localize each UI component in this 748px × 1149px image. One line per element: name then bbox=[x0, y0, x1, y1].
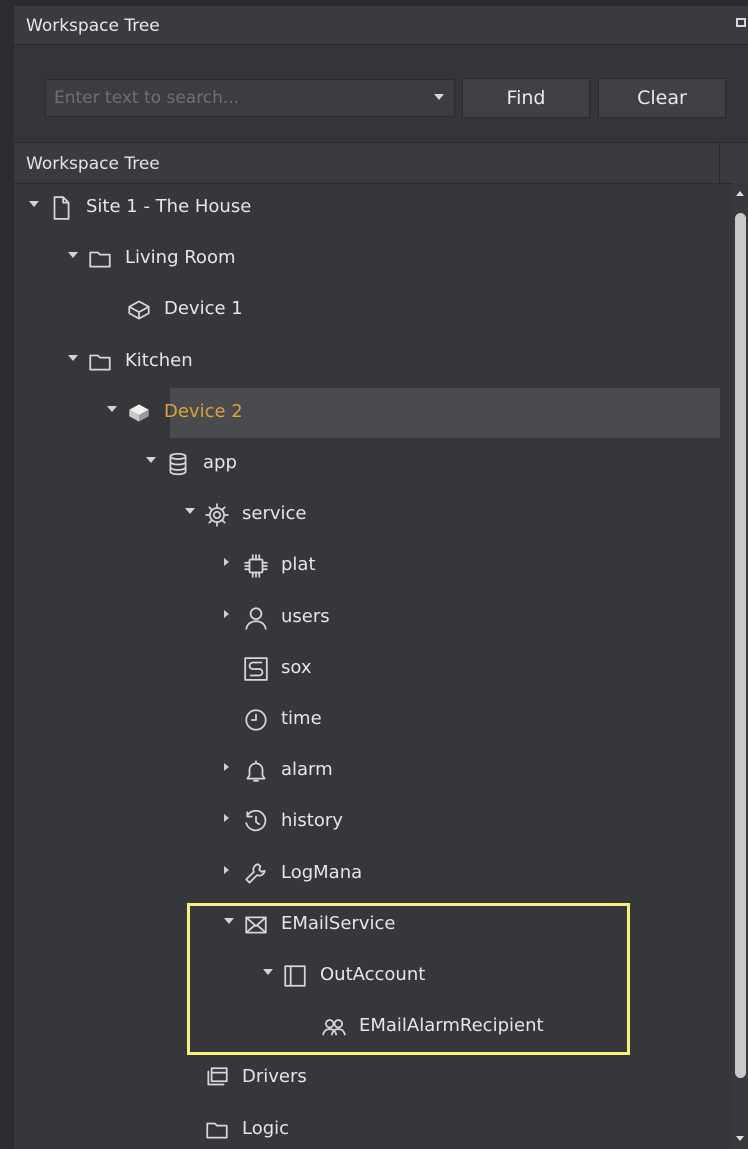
tree-row[interactable]: app bbox=[14, 439, 720, 489]
tree-item-label: users bbox=[281, 606, 330, 627]
collapse-arrow-icon[interactable] bbox=[107, 406, 117, 412]
tree-row[interactable]: Living Room bbox=[14, 234, 720, 284]
tree-item-label: Living Room bbox=[125, 247, 236, 268]
tree-row[interactable]: service bbox=[14, 490, 720, 540]
tree-item-label: app bbox=[203, 452, 237, 473]
expand-arrow-icon[interactable] bbox=[224, 866, 229, 874]
search-bar: Find Clear bbox=[14, 45, 748, 141]
panel-title: Workspace Tree bbox=[26, 16, 160, 36]
collapse-arrow-icon[interactable] bbox=[146, 457, 156, 463]
column-header: Workspace Tree bbox=[14, 142, 748, 184]
tree-item-label: service bbox=[242, 503, 307, 524]
history-icon bbox=[243, 809, 269, 835]
tree-row[interactable]: Site 1 - The House bbox=[14, 183, 720, 233]
tree-item-label: history bbox=[281, 810, 343, 831]
tree-row[interactable]: Kitchen bbox=[14, 337, 720, 387]
column-header-title: Workspace Tree bbox=[26, 154, 160, 174]
gear-icon bbox=[204, 502, 230, 528]
expand-arrow-icon[interactable] bbox=[224, 558, 229, 566]
expand-arrow-icon[interactable] bbox=[224, 763, 229, 771]
collapse-arrow-icon[interactable] bbox=[185, 508, 195, 514]
chip-icon bbox=[243, 553, 269, 579]
tree-item-label: plat bbox=[281, 554, 316, 575]
tree-row[interactable]: LogMana bbox=[14, 849, 720, 899]
find-button[interactable]: Find bbox=[462, 78, 590, 118]
scroll-thumb[interactable] bbox=[735, 213, 746, 1078]
maximize-icon[interactable] bbox=[736, 18, 746, 27]
tree-row[interactable]: Logic bbox=[14, 1105, 720, 1149]
tree-row[interactable]: Drivers bbox=[14, 1053, 720, 1103]
tree-item-label: Device 1 bbox=[164, 298, 243, 319]
tree-item-label: Site 1 - The House bbox=[86, 196, 252, 217]
drivers-icon bbox=[204, 1065, 230, 1091]
user-icon bbox=[243, 605, 269, 631]
clear-button[interactable]: Clear bbox=[598, 78, 726, 118]
tree-row[interactable]: Device 2 bbox=[14, 388, 720, 438]
dropdown-arrow-icon[interactable] bbox=[434, 94, 444, 100]
search-combobox[interactable] bbox=[45, 79, 455, 117]
tree-item-label: Device 2 bbox=[164, 401, 243, 422]
device-outline-icon bbox=[126, 297, 152, 323]
scroll-up-arrow-icon[interactable] bbox=[736, 191, 744, 196]
folder-icon bbox=[87, 349, 113, 375]
tree-row[interactable]: users bbox=[14, 593, 720, 643]
tree-row[interactable]: sox bbox=[14, 644, 720, 694]
tree-item-label: LogMana bbox=[281, 862, 363, 883]
tree-item-label: Kitchen bbox=[125, 350, 193, 371]
wrench-icon bbox=[243, 861, 269, 887]
tree-row[interactable]: history bbox=[14, 797, 720, 847]
tree-row[interactable]: time bbox=[14, 695, 720, 745]
collapse-arrow-icon[interactable] bbox=[68, 355, 78, 361]
bell-icon bbox=[243, 758, 269, 784]
device-filled-icon bbox=[126, 400, 152, 426]
tree-item-label: Logic bbox=[242, 1118, 290, 1139]
tree-row[interactable]: plat bbox=[14, 541, 720, 591]
expand-arrow-icon[interactable] bbox=[224, 610, 229, 618]
vertical-scrollbar[interactable] bbox=[732, 183, 748, 1149]
expand-arrow-icon[interactable] bbox=[224, 814, 229, 822]
database-icon bbox=[165, 451, 191, 477]
tree-item-label: sox bbox=[281, 657, 312, 678]
tree-item-label: time bbox=[281, 708, 322, 729]
sox-icon bbox=[243, 656, 269, 682]
collapse-arrow-icon[interactable] bbox=[68, 252, 78, 258]
tree-row[interactable]: alarm bbox=[14, 746, 720, 796]
tree-item-label: Drivers bbox=[242, 1066, 307, 1087]
tree-row[interactable]: Device 1 bbox=[14, 285, 720, 335]
tree-item-label: alarm bbox=[281, 759, 333, 780]
highlight-box bbox=[187, 903, 630, 1055]
file-icon bbox=[48, 195, 74, 221]
workspace-tree-panel: Workspace Tree Find Clear Workspace Tree… bbox=[14, 6, 748, 1149]
selection-highlight bbox=[170, 388, 720, 438]
folder-icon bbox=[204, 1117, 230, 1143]
search-input[interactable] bbox=[46, 80, 432, 116]
scroll-down-arrow-icon[interactable] bbox=[736, 1136, 744, 1141]
folder-icon bbox=[87, 246, 113, 272]
clock-icon bbox=[243, 707, 269, 733]
column-divider[interactable] bbox=[719, 143, 720, 183]
panel-titlebar: Workspace Tree bbox=[14, 6, 748, 45]
collapse-arrow-icon[interactable] bbox=[29, 201, 39, 207]
